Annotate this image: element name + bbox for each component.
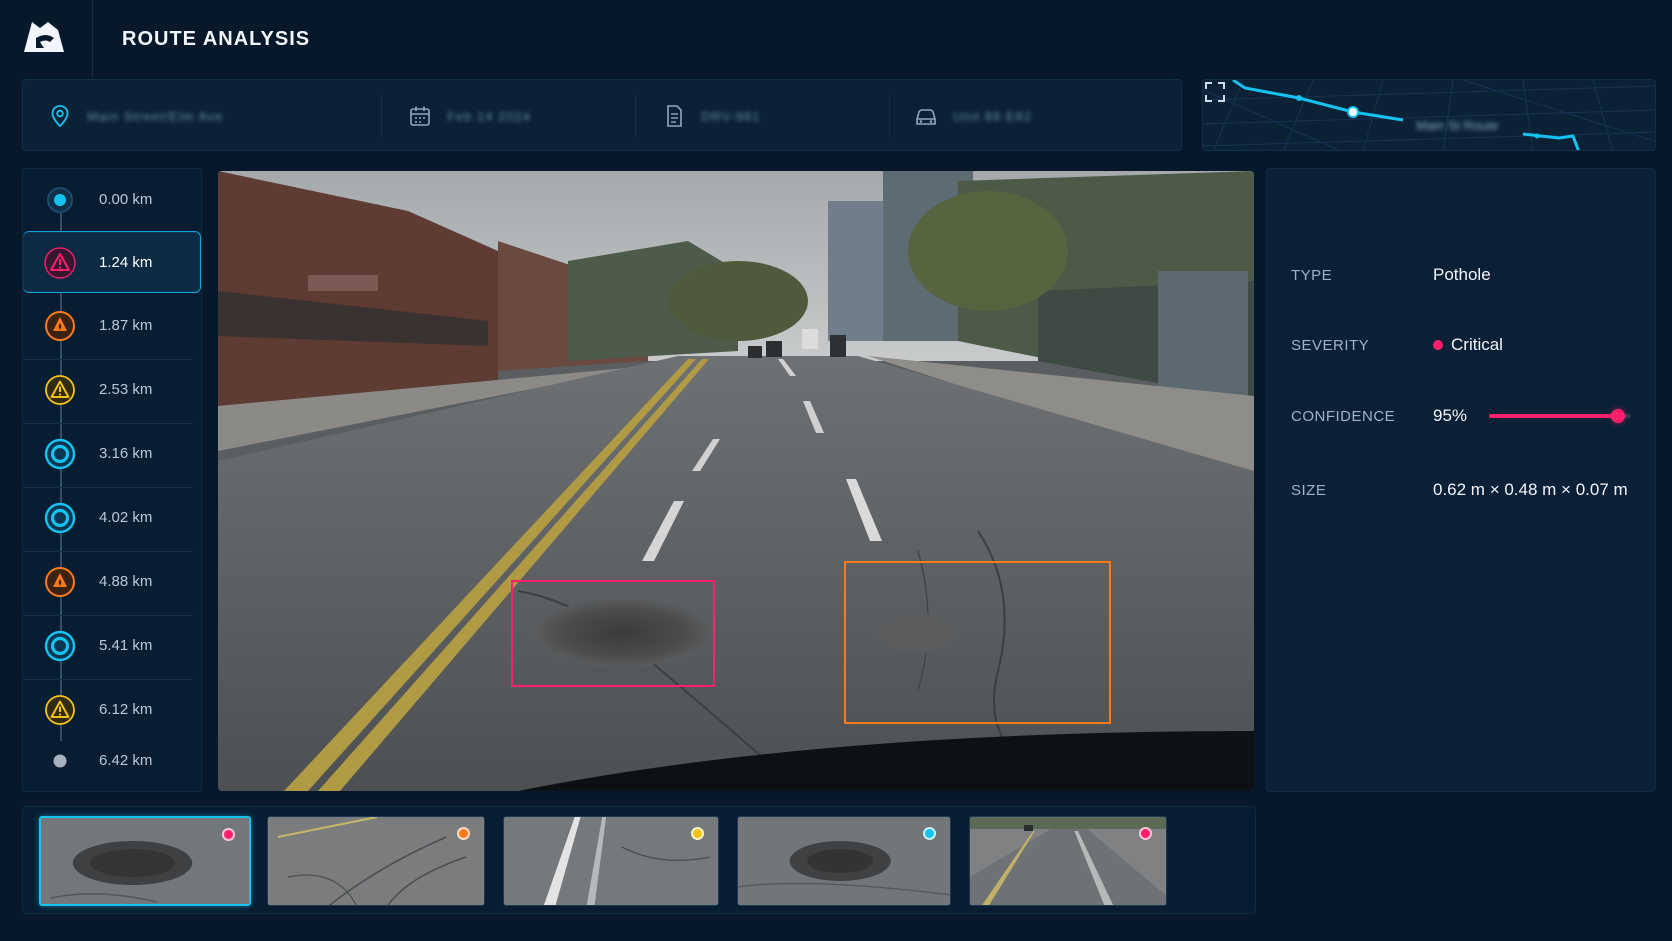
timeline-item[interactable]: 2.53 km (23, 359, 201, 421)
timeline-item[interactable]: 0.00 km (23, 169, 201, 231)
timeline-item[interactable]: 1.24 km (23, 231, 201, 293)
high-severity-icon (45, 567, 75, 597)
severity-indicator-dot (222, 828, 235, 841)
scan-info[interactable]: DRV-981 (661, 80, 761, 152)
timeline-divider (23, 423, 193, 424)
header-divider (92, 0, 93, 78)
scan-id-value: DRV-981 (701, 108, 761, 124)
warning-triangle-icon (45, 375, 75, 405)
start-point-icon (47, 187, 73, 213)
severity-indicator-dot (457, 827, 470, 840)
high-severity-icon (45, 311, 75, 341)
timeline-item[interactable]: 4.02 km (23, 487, 201, 549)
detection-thumbnail[interactable] (39, 816, 251, 906)
info-divider (889, 94, 890, 138)
thumbnail-strip (22, 806, 1256, 914)
timeline-item[interactable]: 3.16 km (23, 423, 201, 485)
detection-thumbnail[interactable] (969, 816, 1167, 906)
severity-value: Critical (1433, 335, 1503, 355)
severity-text: Critical (1451, 335, 1503, 354)
timeline-divider (23, 615, 193, 616)
location-pin-icon (51, 105, 69, 128)
timeline-distance: 6.12 km (99, 701, 153, 718)
location-value: Main Street/Elm Ave (87, 108, 224, 124)
severity-indicator-dot (923, 827, 936, 840)
critical-warning-icon (44, 247, 76, 279)
info-divider (635, 94, 636, 138)
warning-triangle-icon (45, 695, 75, 725)
app-logo[interactable] (20, 16, 72, 58)
timeline-divider (23, 551, 193, 552)
detection-thumbnail[interactable] (267, 816, 485, 906)
timeline-distance: 1.24 km (99, 254, 153, 271)
thumbnail-image (504, 817, 718, 905)
thumbnail-image (970, 817, 1166, 905)
route-minimap[interactable]: Main St Route (1202, 79, 1656, 151)
thumbnail-image (268, 817, 484, 905)
thumbnail-image (738, 817, 950, 905)
timeline-distance: 2.53 km (99, 381, 153, 398)
timeline-item[interactable]: 5.41 km (23, 615, 201, 677)
target-ring-icon (44, 502, 76, 534)
info-divider (381, 94, 382, 138)
timeline-item[interactable]: 4.88 km (23, 551, 201, 613)
expand-icon[interactable] (1203, 80, 1227, 104)
timeline-divider (23, 359, 193, 360)
document-icon (667, 105, 682, 127)
calendar-icon (410, 106, 430, 126)
slider-fill (1489, 414, 1618, 418)
severity-label: SEVERITY (1291, 337, 1370, 354)
timeline-distance: 4.88 km (99, 573, 153, 590)
location-info[interactable]: Main Street/Elm Ave (47, 80, 224, 152)
severity-dot (1433, 339, 1443, 350)
route-timeline: 0.00 km 1.24 km 1.87 km 2.53 km 3.16 km 4.02 … (22, 168, 202, 792)
size-value: 0.62 m × 0.48 m × 0.07 m (1433, 480, 1628, 499)
timeline-item[interactable]: 6.12 km (23, 679, 201, 741)
minimap-canvas (1203, 80, 1655, 150)
timeline-distance: 6.42 km (99, 752, 153, 769)
target-ring-icon (44, 630, 76, 662)
timeline-distance: 0.00 km (99, 191, 153, 208)
type-value: Pothole (1433, 265, 1491, 284)
page-title: ROUTE ANALYSIS (122, 28, 311, 50)
timeline-distance: 5.41 km (99, 637, 153, 654)
vehicle-info[interactable]: Unit 88 E82 (913, 80, 1032, 152)
confidence-label: CONFIDENCE (1291, 408, 1396, 425)
detection-thumbnail[interactable] (503, 816, 719, 906)
timeline-divider (23, 679, 193, 680)
timeline-item[interactable]: 6.42 km (23, 735, 201, 787)
minimap-route-label: Main St Route (1416, 118, 1499, 133)
end-point-icon (53, 754, 67, 768)
timeline-distance: 4.02 km (99, 509, 153, 526)
slider-thumb[interactable] (1610, 409, 1625, 423)
app-header: ROUTE ANALYSIS (0, 0, 1672, 78)
detection-thumbnail[interactable] (737, 816, 951, 906)
timeline-divider (23, 487, 193, 488)
severity-indicator-dot (1139, 827, 1152, 840)
thumbnail-image (41, 818, 249, 904)
confidence-value: 95% (1433, 406, 1468, 425)
defect-details-panel: TYPE Pothole SEVERITY Critical CONFIDENC… (1266, 168, 1656, 792)
date-value: Feb 14 2024 (447, 108, 532, 124)
vehicle-value: Unit 88 E82 (953, 108, 1032, 124)
timeline-distance: 3.16 km (99, 445, 153, 462)
severity-indicator-dot (691, 827, 704, 840)
road-scene (218, 171, 1254, 791)
road-camera-view[interactable] (218, 171, 1254, 791)
confidence-slider[interactable] (1489, 409, 1631, 423)
route-info-bar: Main Street/Elm Ave Feb 14 2024 DRV-981 (22, 79, 1182, 151)
timeline-distance: 1.87 km (99, 317, 153, 334)
type-label: TYPE (1291, 267, 1333, 284)
size-label: SIZE (1291, 482, 1327, 499)
timeline-item[interactable]: 1.87 km (23, 295, 201, 357)
date-info[interactable]: Feb 14 2024 (407, 80, 531, 152)
target-ring-icon (44, 438, 76, 470)
car-icon (916, 109, 936, 125)
